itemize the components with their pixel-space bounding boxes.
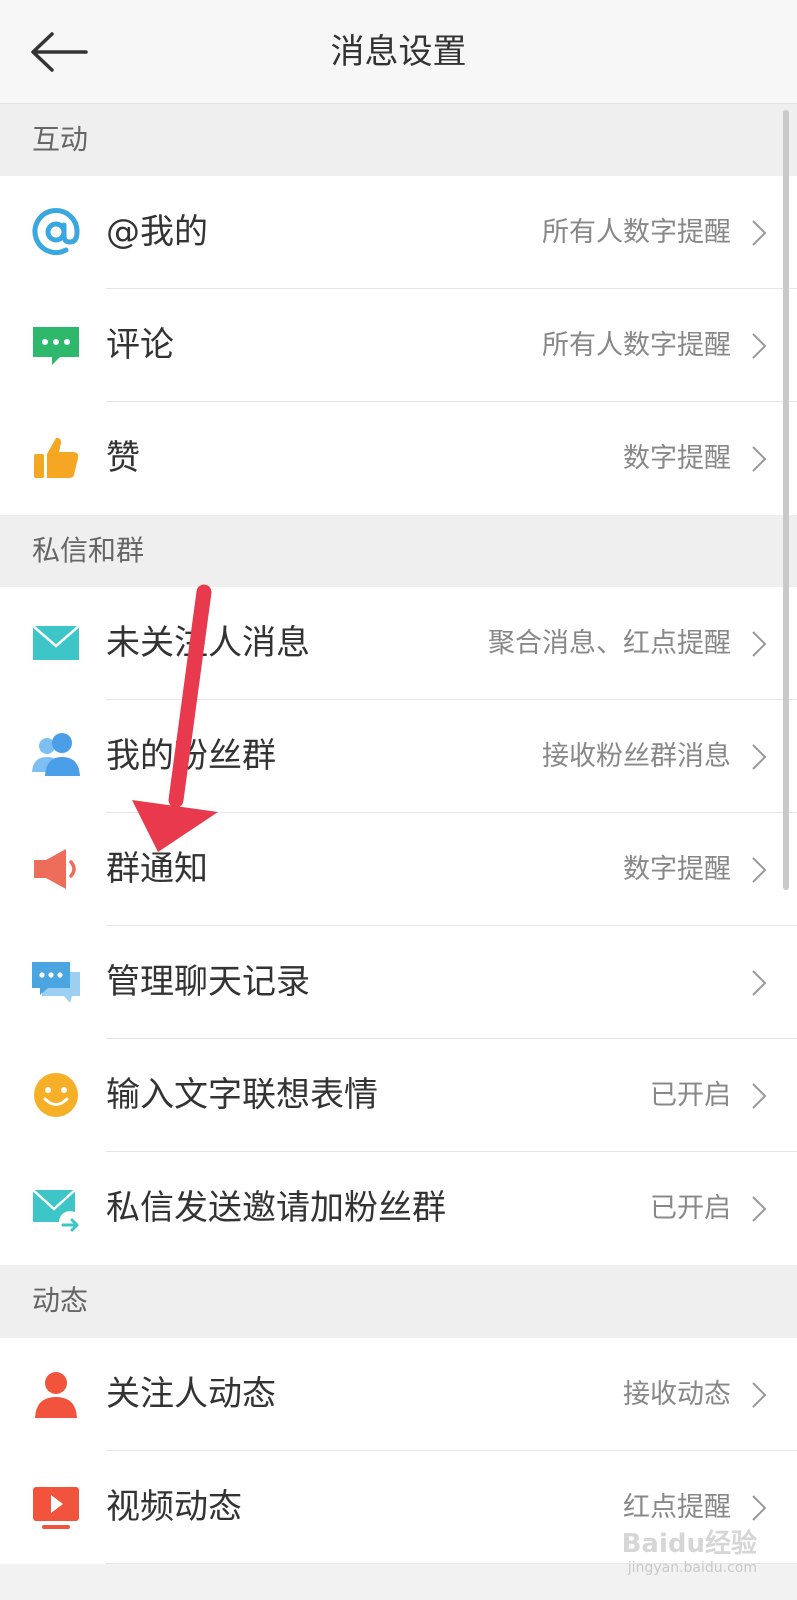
chevron-right-icon	[752, 446, 767, 472]
section-header-feed: 动态	[0, 1265, 797, 1337]
chevron-right-icon	[752, 333, 767, 359]
row-following-activity[interactable]: 关注人动态 接收动态	[0, 1338, 797, 1451]
chevron-right-icon	[752, 744, 767, 770]
chevron-right-icon	[752, 220, 767, 246]
comment-icon	[33, 327, 79, 365]
row-value: 聚合消息、红点提醒	[488, 628, 731, 659]
chevron-right-icon	[752, 1382, 767, 1408]
row-comment[interactable]: 评论 所有人数字提醒	[0, 289, 797, 402]
top-bar: 消息设置	[0, 0, 797, 104]
row-label: 未关注人消息	[106, 623, 310, 663]
section-header-interaction: 互动	[0, 104, 797, 176]
row-like[interactable]: 赞 数字提醒	[0, 402, 797, 515]
chevron-right-icon	[752, 1083, 767, 1109]
chevron-right-icon	[752, 631, 767, 657]
watermark-text: Baidu经验	[621, 1529, 757, 1559]
row-value: 数字提醒	[623, 443, 731, 474]
scrollbar[interactable]	[783, 110, 789, 890]
page-title: 消息设置	[330, 32, 467, 72]
row-value: 已开启	[650, 1193, 731, 1224]
row-label: 我的粉丝群	[106, 736, 276, 776]
row-label: 输入文字联想表情	[106, 1075, 378, 1115]
thumbs-up-icon	[34, 437, 79, 478]
row-label: 私信发送邀请加粉丝群	[106, 1188, 446, 1228]
megaphone-icon	[34, 849, 76, 889]
chat-bubbles-icon	[32, 962, 80, 1003]
mail-icon	[32, 625, 80, 660]
users-icon	[32, 733, 80, 776]
row-label: 群通知	[106, 849, 208, 889]
row-my-fan-groups[interactable]: 我的粉丝群 接收粉丝群消息	[0, 700, 797, 813]
row-value: 接收动态	[623, 1379, 731, 1410]
row-value: 所有人数字提醒	[542, 217, 731, 248]
row-label: 管理聊天记录	[106, 962, 310, 1002]
chevron-right-icon	[752, 970, 767, 996]
row-manage-chat-history[interactable]: 管理聊天记录	[0, 926, 797, 1039]
row-value: 已开启	[650, 1080, 731, 1111]
row-label: 视频动态	[106, 1487, 242, 1527]
person-icon	[35, 1372, 77, 1418]
smiley-icon	[34, 1073, 78, 1117]
row-value: 所有人数字提醒	[542, 330, 731, 361]
row-unfollowed-messages[interactable]: 未关注人消息 聚合消息、红点提醒	[0, 587, 797, 700]
row-dm-invite-fan-group[interactable]: 私信发送邀请加粉丝群 已开启	[0, 1152, 797, 1265]
row-label: 关注人动态	[106, 1374, 276, 1414]
row-label: 评论	[106, 325, 174, 365]
chevron-right-icon	[752, 1495, 767, 1521]
row-label: 赞	[106, 438, 140, 478]
row-emoji-suggestions[interactable]: 输入文字联想表情 已开启	[0, 1039, 797, 1152]
section-header-messages-groups: 私信和群	[0, 515, 797, 587]
watermark-sub: jingyan.baidu.com	[627, 1560, 757, 1576]
row-label: @我的	[106, 212, 208, 252]
chevron-right-icon	[752, 1196, 767, 1222]
row-at-me[interactable]: @我的 所有人数字提醒	[0, 176, 797, 289]
video-icon	[33, 1487, 79, 1529]
watermark: Baidu经验 jingyan.baidu.com	[622, 1523, 757, 1576]
mail-share-icon	[32, 1189, 81, 1233]
at-icon	[32, 208, 80, 256]
row-value: 数字提醒	[623, 854, 731, 885]
chevron-right-icon	[752, 857, 767, 883]
row-group-notifications[interactable]: 群通知 数字提醒	[0, 813, 797, 926]
row-value: 接收粉丝群消息	[542, 741, 731, 772]
